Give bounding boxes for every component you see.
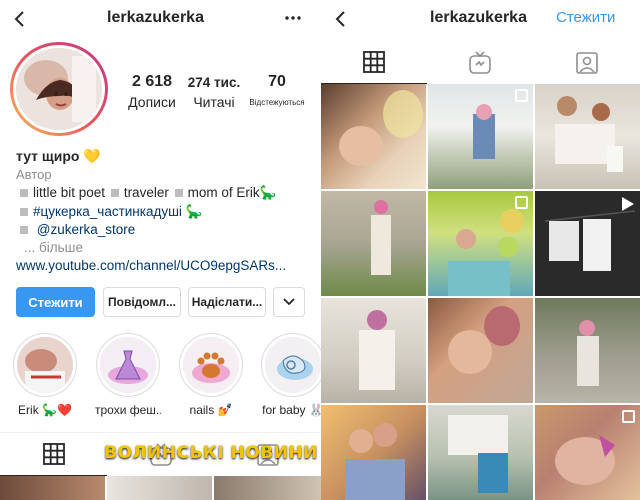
- bio-line-2: #цукерка_частинкадуші 🦕: [18, 204, 203, 220]
- post-image: [339, 90, 423, 166]
- post-thumbnail[interactable]: [535, 405, 640, 500]
- post-thumbnail[interactable]: [535, 191, 640, 296]
- bio-item: mom of Erik: [187, 185, 260, 200]
- posts-panel: lerkazukerka Стежити: [321, 0, 640, 500]
- avatar-photo: [16, 48, 102, 130]
- bullet-square: [174, 188, 183, 197]
- avatar[interactable]: [10, 42, 108, 136]
- following-count: 70: [268, 73, 286, 90]
- suggested-dropdown-button[interactable]: [273, 287, 305, 317]
- bio-hashtag[interactable]: #цукерка_частинкадуші: [33, 204, 182, 219]
- post-thumbnail[interactable]: [321, 405, 426, 500]
- profile-header: lerkazukerka: [0, 0, 321, 38]
- tab-grid[interactable]: [321, 41, 428, 84]
- post-image: [555, 96, 623, 172]
- bio-more[interactable]: ... більше: [24, 240, 83, 255]
- profile-category: Автор: [16, 167, 52, 182]
- following-stat[interactable]: 70 Відстежуються: [246, 73, 308, 107]
- watermark-logo: ВОЛИНСЬКІ НОВИНИ: [104, 443, 318, 463]
- highlight-for-baby[interactable]: for baby 🐰: [260, 333, 321, 417]
- post-thumbnail[interactable]: [428, 298, 533, 403]
- profile-panel: lerkazukerka 2 618 Дописи 274 тис. Читач…: [0, 0, 321, 500]
- post-image: [345, 423, 405, 500]
- post-image: [577, 320, 599, 386]
- bio-item: traveler: [123, 185, 169, 200]
- posts-stat[interactable]: 2 618 Дописи: [124, 73, 180, 110]
- bio-more-text[interactable]: ... більше: [24, 240, 83, 255]
- back-icon[interactable]: [331, 9, 351, 29]
- paw-icon: [183, 337, 239, 393]
- bio-mention[interactable]: @zukerka_store: [37, 222, 136, 237]
- multiple-photos-icon: [515, 89, 528, 102]
- more-options-icon[interactable]: [285, 16, 301, 20]
- posts-count: 2 618: [131, 73, 173, 90]
- tab-tagged[interactable]: [534, 41, 640, 84]
- highlight-label: for baby 🐰: [262, 403, 321, 417]
- follow-button[interactable]: Стежити: [16, 287, 95, 317]
- message-button[interactable]: Повідомл...: [103, 287, 181, 317]
- bullet-square: [20, 207, 28, 216]
- bio-line-3: @zukerka_store: [18, 222, 135, 237]
- email-button[interactable]: Надіслати...: [188, 287, 266, 317]
- tab-igtv[interactable]: [427, 41, 533, 84]
- multiple-photos-icon: [622, 410, 635, 423]
- posts-tabbar: [321, 41, 640, 85]
- highlight-label: nails 💅: [189, 403, 233, 417]
- post-thumbnail[interactable]: [428, 84, 533, 189]
- post-thumbnail[interactable]: [321, 191, 426, 296]
- followers-label: Читачі: [193, 94, 235, 110]
- posts-header: lerkazukerka Стежити: [321, 0, 640, 38]
- tab-grid[interactable]: [0, 433, 107, 476]
- multiple-photos-icon: [515, 196, 528, 209]
- post-thumbnail[interactable]: [428, 405, 533, 500]
- post-image: [448, 306, 520, 374]
- profile-name-text: тут щиро: [16, 148, 80, 164]
- profile-name: тут щиро 💛: [16, 148, 101, 165]
- post-thumbnail[interactable]: [321, 298, 426, 403]
- followers-count: 274 тис.: [187, 75, 241, 90]
- profile-username: lerkazukerka: [107, 9, 204, 26]
- pacifier-icon: [265, 337, 321, 393]
- highlight-label: Erik 🦕❤️: [18, 403, 72, 417]
- post-thumbnail[interactable]: [535, 84, 640, 189]
- grid-icon: [363, 51, 386, 73]
- post-thumbnail[interactable]: [428, 191, 533, 296]
- chevron-down-icon: [283, 298, 295, 306]
- tagged-icon: [576, 51, 598, 74]
- post-thumbnail[interactable]: [535, 298, 640, 403]
- bullet-square: [20, 188, 28, 197]
- dress-icon: [100, 337, 156, 393]
- highlight-erik-image: [17, 337, 73, 393]
- grid-icon: [42, 443, 65, 465]
- yellow-heart-emoji: 💛: [83, 148, 101, 164]
- post-image: [371, 200, 391, 275]
- dinosaur-emoji: 🦕: [259, 185, 277, 200]
- highlight-nails[interactable]: nails 💅: [178, 333, 244, 417]
- highlight-label: трохи феш...: [95, 403, 161, 417]
- following-label: Відстежуються: [249, 98, 305, 107]
- follow-link[interactable]: Стежити: [556, 9, 615, 26]
- post-thumbnail[interactable]: [321, 84, 426, 189]
- highlight-fashion[interactable]: трохи феш...: [95, 333, 161, 417]
- video-icon: [622, 197, 634, 211]
- bullet-square: [110, 188, 119, 197]
- posts-username: lerkazukerka: [430, 9, 527, 26]
- grid-preview-strip: [0, 476, 321, 500]
- post-image: [448, 415, 508, 493]
- highlight-erik[interactable]: Erik 🦕❤️: [12, 333, 78, 417]
- posts-label: Дописи: [128, 94, 176, 110]
- dinosaur-emoji: 🦕: [185, 204, 203, 219]
- bullet-square: [20, 225, 28, 234]
- bio-item: little bit poet: [33, 185, 106, 200]
- post-image: [359, 310, 395, 390]
- website-link[interactable]: www.youtube.com/channel/UCO9epgSARs...: [16, 258, 286, 273]
- back-icon[interactable]: [10, 9, 30, 29]
- followers-stat[interactable]: 274 тис. Читачі: [186, 73, 242, 110]
- bio-line-1: little bit poet traveler mom of Erik🦕: [18, 185, 276, 201]
- igtv-icon: [469, 50, 492, 74]
